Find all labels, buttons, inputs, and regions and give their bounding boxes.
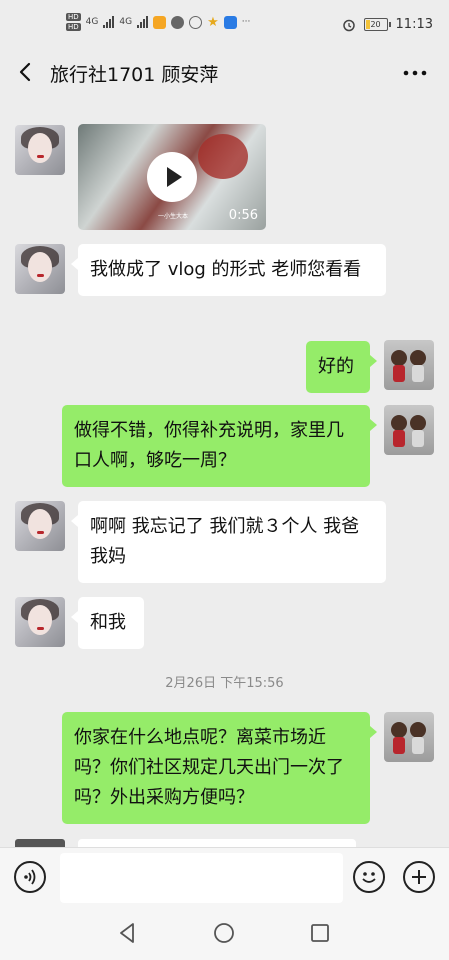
network-label: 4G	[119, 17, 133, 27]
battery-level: 20	[370, 20, 381, 29]
alarm-icon	[342, 19, 355, 31]
chat-title: 旅行社1701 顾安萍	[50, 64, 219, 86]
message-text: 你家在什么地点呢？离菜市场近吗？你们社区规定几天出门一次了吗？外出采购方便吗？	[74, 727, 344, 808]
input-bar	[0, 847, 449, 906]
message-text: 和我	[90, 612, 126, 633]
app-notification-icon	[153, 15, 167, 29]
message-bubble-incoming[interactable]: 我做成了 vlog 的形式 老师您看看	[71, 244, 386, 296]
contact-avatar[interactable]	[15, 597, 65, 647]
video-message[interactable]: 一小生大本 0:56	[78, 124, 266, 230]
my-avatar[interactable]	[384, 340, 434, 390]
message-bubble-outgoing[interactable]: 做得不错，你得补充说明，家里几口人啊，够吃一周？	[62, 405, 377, 487]
nav-recent-icon[interactable]	[308, 921, 332, 945]
network-label: 4G	[85, 17, 99, 27]
message-bubble-outgoing[interactable]: 你家在什么地点呢？离菜市场近吗？你们社区规定几天出门一次了吗？外出采购方便吗？	[62, 712, 377, 824]
message-text: 做得不错，你得补充说明，家里几口人啊，够吃一周？	[74, 420, 344, 471]
system-nav-bar	[0, 906, 449, 960]
battery-icon: 20	[363, 18, 391, 31]
star-icon: ★	[207, 14, 219, 30]
more-icon[interactable]	[403, 62, 427, 84]
app-notification-icon	[223, 15, 237, 29]
signal-icon	[137, 16, 149, 28]
app-notification-icon	[189, 15, 203, 29]
video-watermark: 一小生大本	[158, 213, 189, 220]
signal-icon	[103, 16, 115, 28]
hd-badge: HD	[66, 23, 81, 31]
message-text: 啊啊 我忘记了 我们就３个人 我爸我妈	[90, 516, 360, 567]
contact-avatar-partial	[15, 839, 65, 847]
message-text: 好的	[318, 356, 354, 377]
my-avatar[interactable]	[384, 712, 434, 762]
message-bubble-partial	[78, 839, 356, 847]
app-notification-icon	[171, 15, 185, 29]
video-duration: 0:56	[228, 208, 258, 223]
status-left: HD HD 4G 4G ★ ···	[66, 13, 250, 31]
message-input[interactable]	[60, 853, 343, 903]
contact-avatar[interactable]	[15, 125, 65, 175]
nav-back-icon[interactable]	[116, 921, 140, 945]
more-notifications-icon: ···	[241, 17, 251, 27]
status-right: 20 11:13	[342, 17, 433, 32]
status-bar: HD HD 4G 4G ★ ··· 20 11:13	[0, 0, 449, 50]
hd-badges: HD HD	[66, 13, 81, 31]
plus-icon[interactable]	[403, 861, 435, 893]
message-bubble-incoming[interactable]: 和我	[71, 597, 144, 649]
emoji-icon[interactable]	[353, 861, 385, 893]
clock: 11:13	[395, 17, 433, 32]
message-text: 我做成了 vlog 的形式 老师您看看	[90, 259, 362, 280]
play-icon[interactable]	[147, 152, 197, 202]
hd-badge: HD	[66, 13, 81, 21]
message-bubble-outgoing[interactable]: 好的	[306, 341, 377, 393]
voice-icon[interactable]	[14, 861, 46, 893]
nav-home-icon[interactable]	[212, 921, 236, 945]
message-bubble-incoming[interactable]: 啊啊 我忘记了 我们就３个人 我爸我妈	[71, 501, 386, 583]
my-avatar[interactable]	[384, 405, 434, 455]
contact-avatar[interactable]	[15, 244, 65, 294]
chat-header: 旅行社1701 顾安萍	[0, 50, 449, 96]
chat-timestamp: 2月26日 下午15:56	[165, 676, 284, 691]
contact-avatar[interactable]	[15, 501, 65, 551]
back-icon[interactable]	[14, 60, 38, 84]
